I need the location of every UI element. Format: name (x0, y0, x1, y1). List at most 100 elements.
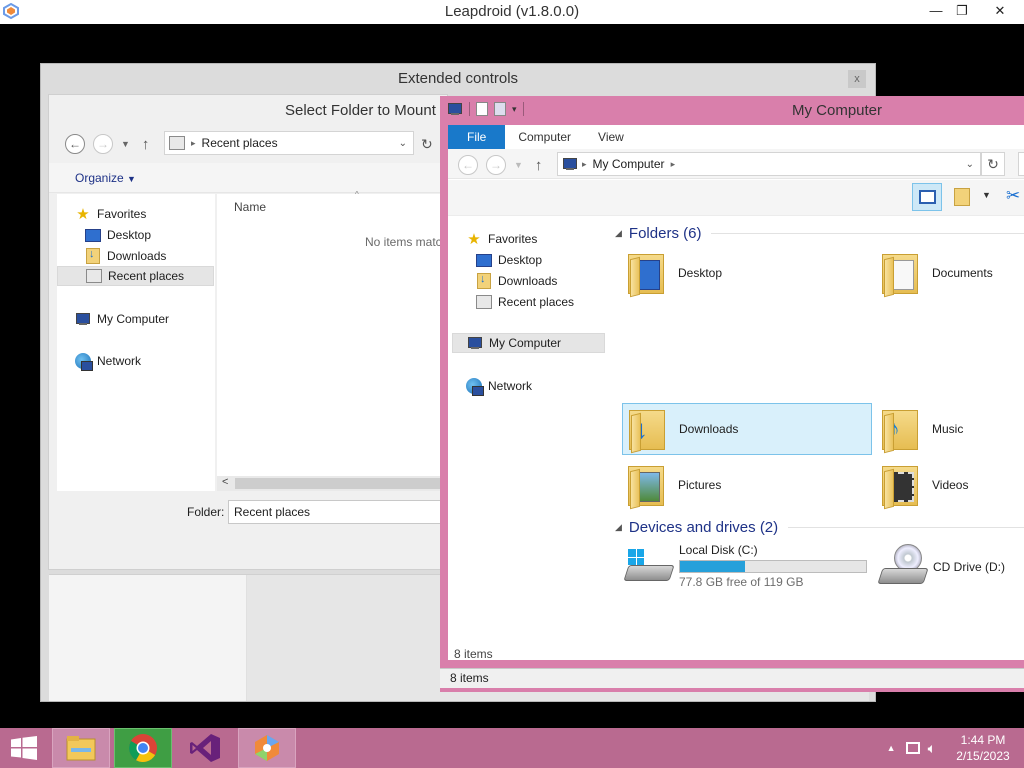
folder-tile-documents[interactable]: Documents (876, 247, 1024, 299)
drive-name: Local Disk (C:) (679, 543, 758, 557)
nav-label: Desktop (107, 228, 152, 242)
properties-icon[interactable] (476, 102, 488, 116)
taskbar-clock[interactable]: 1:44 PM 2/15/2023 (942, 732, 1024, 764)
breadcrumb-chevron-icon: ▸ (582, 158, 587, 169)
tab-view[interactable]: View (584, 125, 637, 149)
folder-options-dropdown-icon[interactable]: ▼ (982, 190, 991, 200)
select-folder-dialog: Select Folder to Mount ← → ▼ ↑ ▸ Recent … (48, 94, 449, 570)
volume-icon[interactable]: 🔈︎ (928, 740, 936, 757)
folder-label: Music (932, 422, 964, 436)
folders-group-header[interactable]: ◢ Folders (6) (615, 225, 1024, 242)
sort-arrow-icon: ^ (355, 190, 359, 199)
folder-input[interactable]: Recent places (228, 500, 449, 524)
taskbar-file-explorer[interactable] (52, 728, 110, 768)
folder-tile-desktop[interactable]: Desktop (622, 247, 872, 299)
taskbar-leapdroid[interactable] (238, 728, 296, 768)
toolbar-separator (469, 102, 470, 116)
desktop-icon (85, 228, 101, 242)
organize-label: Organize (75, 171, 124, 185)
up-arrow-icon[interactable]: ↑ (535, 157, 543, 174)
horizontal-scrollbar[interactable]: < (217, 476, 449, 491)
folder-tile-music[interactable]: ♪ Music (876, 403, 1024, 455)
tab-file[interactable]: File (448, 125, 506, 149)
network-status-icon[interactable] (905, 742, 920, 754)
drive-usage-fill (680, 561, 746, 572)
ribbon-tabs: File Computer View (448, 125, 1024, 149)
recent-locations-icon[interactable]: ▼ (121, 139, 130, 149)
nav-downloads[interactable]: Downloads (83, 246, 166, 266)
recent-places-icon (169, 136, 185, 150)
nav-favorites[interactable]: ★ Favorites (73, 204, 146, 224)
drive-tile-local-disk[interactable]: Local Disk (C:) 77.8 GB free of 119 GB (623, 543, 867, 589)
downloads-icon (86, 248, 100, 264)
nav-network[interactable]: Network (464, 376, 532, 396)
folder-label: Pictures (678, 478, 722, 492)
visual-studio-icon (190, 734, 220, 762)
nav-my-computer[interactable]: My Computer (73, 309, 169, 329)
computer-icon[interactable] (447, 102, 463, 116)
nav-label: Network (97, 354, 142, 368)
music-folder-icon: ♪ (880, 406, 920, 454)
cut-scissors-icon[interactable]: ✂ (1006, 186, 1020, 206)
forward-button[interactable]: → (486, 155, 506, 175)
back-button[interactable]: ← (65, 134, 85, 154)
my-computer-address-bar[interactable]: ▸ My Computer ▸ ⌄ (557, 152, 981, 176)
nav-label: My Computer (97, 312, 170, 326)
taskbar-chrome[interactable] (114, 728, 172, 768)
nav-favorites[interactable]: ★ Favorites (464, 229, 537, 249)
restore-button[interactable]: ❐ (944, 0, 980, 22)
nav-label: Desktop (498, 253, 543, 267)
show-hidden-icons-arrow-icon[interactable]: ▲ (887, 743, 896, 753)
leapdroid-icon (255, 735, 279, 761)
nav-downloads[interactable]: Downloads (474, 271, 557, 291)
refresh-icon[interactable]: ↻ (421, 136, 433, 153)
breadcrumb-chevron-icon: ▸ (191, 137, 196, 148)
recent-places-icon (476, 295, 492, 309)
folder-tile-downloads[interactable]: ↓ Downloads (622, 403, 872, 455)
up-arrow-icon[interactable]: ↑ (142, 136, 150, 153)
address-dropdown-icon[interactable]: ⌄ (399, 138, 407, 149)
downloads-icon (477, 273, 491, 289)
recent-locations-icon[interactable]: ▼ (514, 160, 523, 170)
toolbar-separator (522, 102, 524, 116)
customize-toolbar-icon[interactable]: ▾ (512, 104, 517, 115)
back-button[interactable]: ← (458, 155, 478, 175)
nav-label: Favorites (97, 207, 147, 221)
close-button[interactable]: ✕ (982, 0, 1018, 22)
extended-controls-sidebar (49, 575, 247, 701)
new-folder-icon[interactable] (494, 102, 506, 116)
organize-button[interactable]: Organize ▼ (75, 171, 136, 185)
nav-desktop[interactable]: Desktop (474, 250, 542, 270)
collapse-arrow-icon[interactable]: ◢ (615, 228, 622, 239)
search-box[interactable] (1018, 152, 1024, 176)
drive-tile-cd-drive[interactable]: CD Drive (D:) (877, 544, 1005, 588)
extended-controls-close-button[interactable]: x (848, 70, 866, 88)
taskbar-visual-studio[interactable] (176, 728, 234, 768)
forward-button[interactable]: → (93, 134, 113, 154)
nav-my-computer[interactable]: My Computer (452, 333, 605, 353)
folder-tile-videos[interactable]: Videos (876, 459, 1024, 511)
tab-computer[interactable]: Computer (505, 125, 584, 149)
devices-group-header[interactable]: ◢ Devices and drives (2) (615, 519, 1024, 536)
scrollbar-thumb[interactable] (235, 478, 449, 489)
preview-pane-button[interactable] (912, 183, 942, 211)
address-dropdown-icon[interactable]: ⌄ (966, 159, 974, 170)
refresh-button[interactable]: ↻ (981, 152, 1005, 176)
organize-toolbar: Organize ▼ (49, 163, 449, 193)
nav-recent-places[interactable]: Recent places (474, 292, 574, 312)
collapse-arrow-icon[interactable]: ◢ (615, 522, 622, 533)
nav-recent-places[interactable]: Recent places (57, 266, 214, 286)
scroll-left-icon[interactable]: < (222, 476, 228, 488)
folder-tile-pictures[interactable]: Pictures (622, 459, 872, 511)
inner-item-count: 8 items (454, 647, 493, 661)
drive-usage-bar (679, 560, 867, 573)
start-button[interactable] (0, 728, 48, 768)
nav-desktop[interactable]: Desktop (83, 225, 151, 245)
status-bar: 8 items (440, 668, 1024, 688)
nav-network[interactable]: Network (73, 351, 141, 371)
folder-options-icon[interactable] (954, 188, 970, 206)
select-folder-address-bar[interactable]: ▸ Recent places ⌄ (164, 131, 414, 155)
column-header-name[interactable]: Name (234, 200, 266, 214)
hard-disk-icon (623, 549, 675, 585)
nav-label: Recent places (108, 269, 185, 283)
